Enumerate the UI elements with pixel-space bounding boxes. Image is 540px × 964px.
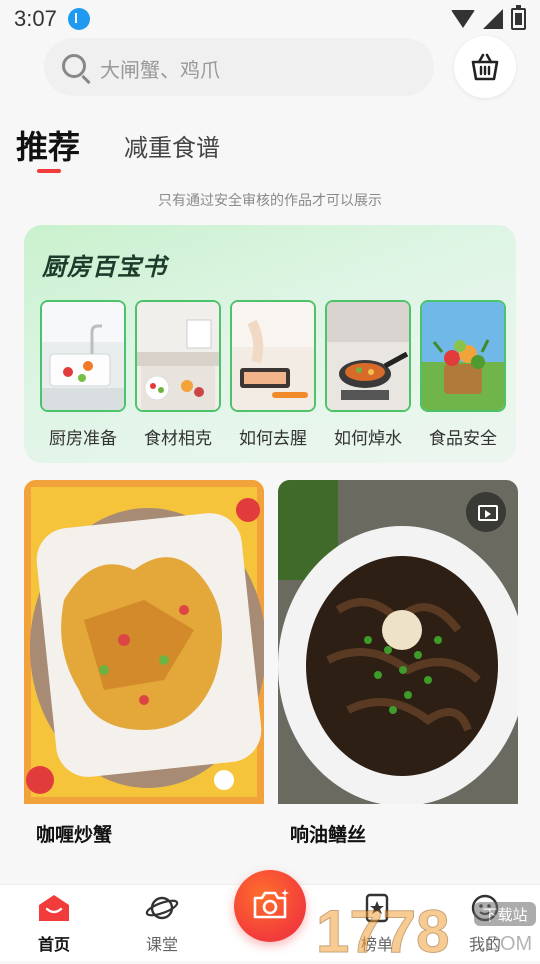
home-icon (39, 895, 69, 921)
recipe-title: 咖喱炒蟹 (36, 824, 113, 846)
kitchen-item-label: 食品安全 (429, 429, 497, 449)
nav-label: 课堂 (145, 935, 178, 954)
planet-icon (145, 896, 179, 920)
recipe-card-curry-crab[interactable]: 咖喱炒蟹 (24, 480, 264, 847)
wifi-icon (451, 10, 475, 28)
kitchen-blanch-image (325, 300, 411, 412)
camera-button[interactable] (234, 870, 306, 942)
recipe-image-eel (278, 480, 518, 804)
kitchen-safety-image (420, 300, 506, 412)
nav-classroom[interactable]: 课堂 (127, 893, 197, 955)
download-icon (68, 8, 90, 30)
signal-icon (483, 9, 503, 29)
kitchen-item-label: 如何去腥 (239, 429, 307, 449)
recipe-title: 响油鳝丝 (290, 824, 367, 846)
kitchen-ingredients-image (135, 300, 221, 412)
search-icon (62, 54, 86, 78)
search-placeholder: 大闸蟹、鸡爪 (100, 58, 220, 82)
battery-icon (511, 5, 526, 30)
search-input[interactable]: 大闸蟹、鸡爪 (44, 38, 434, 96)
kitchen-item-prep[interactable]: 厨房准备 (40, 300, 126, 449)
watermark-badge: 下载站 (482, 906, 527, 924)
basket-icon (471, 53, 499, 81)
kitchen-guide-list: 厨房准备 食材相克 如何去腥 如何焯水 食品安全 (40, 300, 506, 449)
kitchen-item-blanch[interactable]: 如何焯水 (325, 300, 411, 449)
tab-active-indicator (37, 169, 61, 173)
kitchen-item-fishy[interactable]: 如何去腥 (230, 300, 316, 449)
status-time: 3:07 (14, 6, 57, 31)
watermark-suffix: .COM (480, 933, 532, 955)
kitchen-guide-panel: 厨房百宝书 厨房准备 食材相克 如何去腥 如何焯水 食品安全 (24, 225, 516, 463)
kitchen-guide-title: 厨房百宝书 (42, 253, 167, 281)
video-icon (466, 492, 506, 532)
watermark-number: 1778 (316, 898, 449, 960)
recipe-image-curry-crab (24, 480, 264, 804)
kitchen-item-ingredients[interactable]: 食材相克 (135, 300, 221, 449)
kitchen-fishy-image (230, 300, 316, 412)
recipe-card-eel[interactable]: 响油鳝丝 (278, 480, 518, 847)
site-watermark: 1778 下载站 .COM (314, 888, 540, 964)
kitchen-item-label: 如何焯水 (334, 429, 402, 449)
status-icons (451, 5, 526, 30)
nav-home[interactable]: 首页 (19, 893, 89, 955)
kitchen-prep-image (40, 300, 126, 412)
tab-recommend[interactable]: 推荐 (16, 122, 80, 168)
kitchen-item-label: 厨房准备 (49, 429, 117, 449)
tab-diet-recipes[interactable]: 减重食谱 (124, 128, 220, 163)
basket-button[interactable] (454, 36, 516, 98)
camera-icon (253, 889, 289, 919)
kitchen-item-food-safety[interactable]: 食品安全 (420, 300, 506, 449)
kitchen-item-label: 食材相克 (144, 429, 212, 449)
nav-label: 首页 (37, 935, 70, 954)
status-bar: 3:07 (0, 0, 540, 38)
review-notice: 只有通过安全审核的作品才可以展示 (158, 193, 382, 209)
